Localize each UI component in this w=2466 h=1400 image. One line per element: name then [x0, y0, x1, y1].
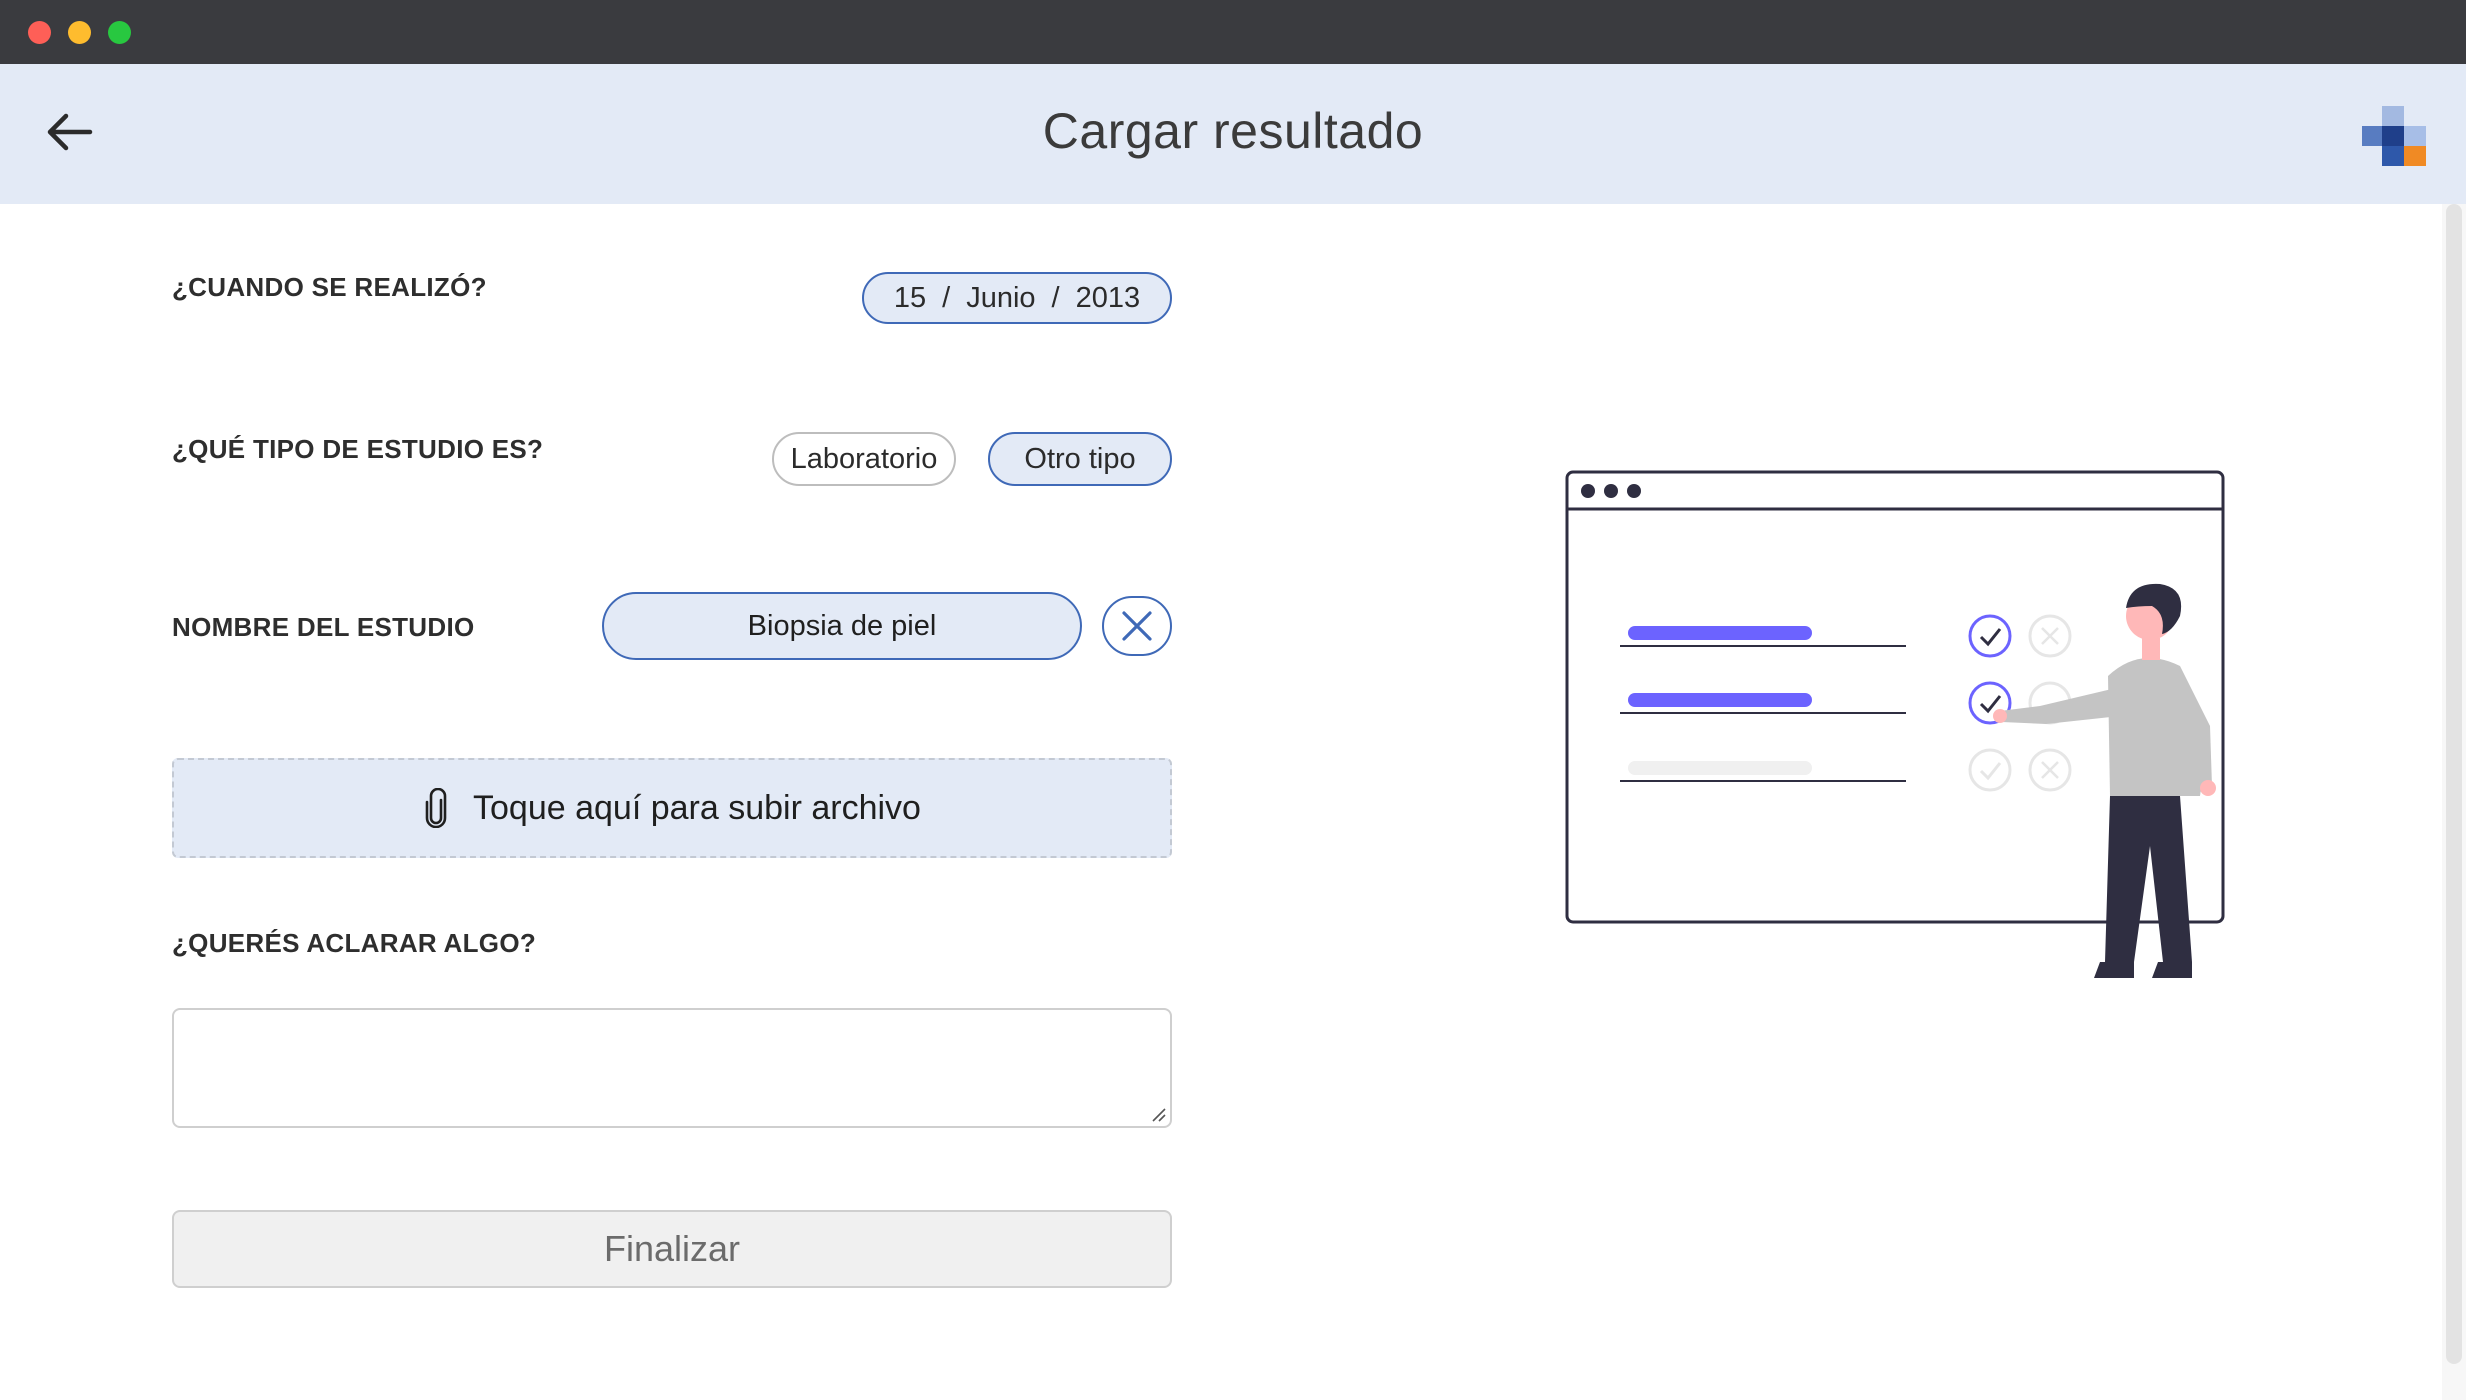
study-type-label: ¿QUÉ TIPO DE ESTUDIO ES?	[172, 434, 544, 464]
window-maximize-button[interactable]	[108, 21, 131, 44]
notes-textarea[interactable]	[172, 1008, 1172, 1128]
close-icon	[1122, 611, 1152, 641]
page-title: Cargar resultado	[1042, 103, 1424, 159]
window-minimize-button[interactable]	[68, 21, 91, 44]
study-name-field[interactable]: Biopsia de piel	[602, 592, 1082, 660]
date-day: 15	[893, 281, 927, 314]
date-separator: /	[1051, 281, 1060, 314]
notes-label: ¿QUERÉS ACLARAR ALGO?	[172, 928, 537, 958]
app-header: Cargar resultado	[0, 64, 2466, 204]
paperclip-icon	[423, 788, 449, 828]
resize-grip-icon[interactable]	[1150, 1106, 1166, 1122]
study-type-option-otro-tipo[interactable]: Otro tipo	[988, 432, 1172, 486]
window-close-button[interactable]	[28, 21, 51, 44]
date-month: Junio	[966, 281, 1036, 314]
date-separator: /	[942, 281, 951, 314]
upload-file-button[interactable]: Toque aquí para subir archivo	[172, 758, 1172, 858]
date-label: ¿CUANDO SE REALIZÓ?	[172, 272, 487, 302]
study-name-label: NOMBRE DEL ESTUDIO	[172, 612, 475, 642]
upload-label: Toque aquí para subir archivo	[473, 788, 921, 827]
scrollbar-thumb[interactable]	[2446, 204, 2462, 1364]
clear-study-name-button[interactable]	[1102, 596, 1172, 656]
study-type-option-laboratorio[interactable]: Laboratorio	[772, 432, 956, 486]
window-titlebar	[0, 0, 2466, 64]
date-picker[interactable]: 15 / Junio / 2013	[862, 272, 1172, 324]
medical-cross-logo	[2362, 106, 2426, 166]
finish-button[interactable]: Finalizar	[172, 1210, 1172, 1288]
checklist-illustration	[1565, 470, 2225, 978]
date-year: 2013	[1075, 281, 1141, 314]
